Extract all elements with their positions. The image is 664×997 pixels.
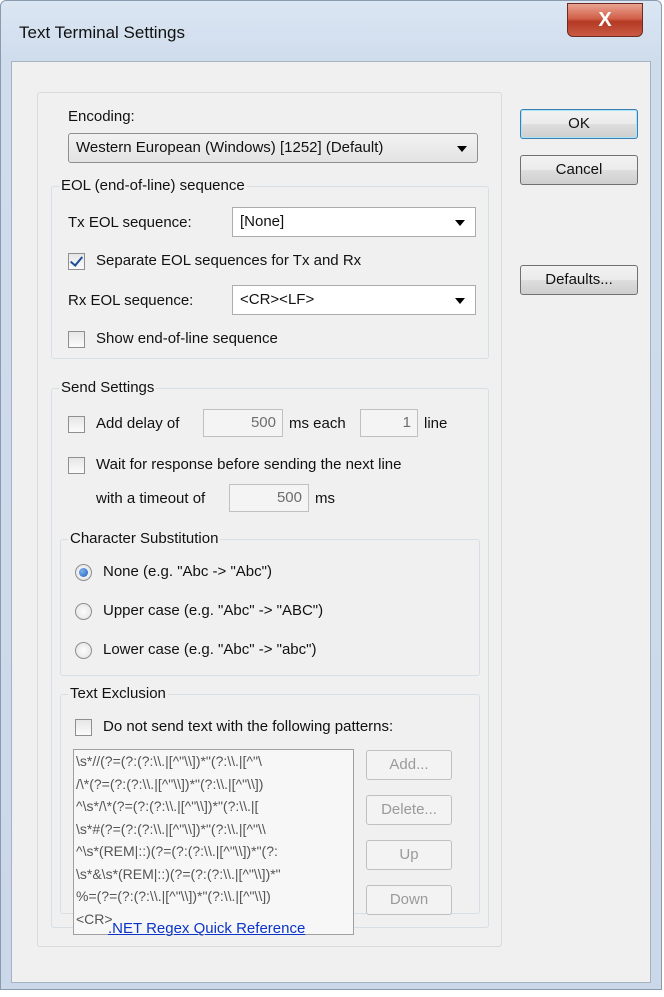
- pattern-line: \s*#(?=(?:(?:\\.|[^"\\])*"(?:\\.|[^"\\: [76, 820, 266, 837]
- ms-each-label: ms each: [289, 415, 346, 432]
- pattern-line: \s*//(?=(?:(?:\\.|[^"\\])*"(?:\\.|[^"\: [76, 753, 262, 769]
- encoding-label: Encoding:: [68, 108, 135, 125]
- pattern-line: ^\s*(REM|::)(?=(?:(?:\\.|[^"\\])*"(?:: [76, 843, 278, 859]
- timeout-ms-label: ms: [315, 490, 335, 507]
- defaults-button[interactable]: Defaults...: [520, 265, 638, 295]
- separate-eol-label[interactable]: Separate EOL sequences for Tx and Rx: [96, 252, 361, 270]
- separate-eol-checkbox[interactable]: [68, 253, 85, 270]
- encoding-dropdown[interactable]: Western European (Windows) [1252] (Defau…: [68, 133, 478, 163]
- tx-eol-label: Tx EOL sequence:: [68, 214, 192, 231]
- char-substitution-group-label: Character Substitution: [68, 530, 221, 548]
- pattern-line: /\*(?=(?:(?:\\.|[^"\\])*"(?:\\.|[^"\\]): [76, 775, 264, 792]
- ok-button[interactable]: OK: [520, 109, 638, 139]
- rx-eol-label: Rx EOL sequence:: [68, 292, 194, 309]
- show-eol-label[interactable]: Show end-of-line sequence: [96, 330, 278, 348]
- move-up-button[interactable]: Up: [366, 840, 452, 870]
- encoding-value: Western European (Windows) [1252] (Defau…: [76, 139, 384, 156]
- radio-lower-case-label[interactable]: Lower case (e.g. "Abc" -> "abc"): [103, 641, 316, 659]
- settings-panel: Encoding: Western European (Windows) [12…: [37, 92, 502, 947]
- close-button[interactable]: X: [567, 3, 643, 37]
- rx-eol-dropdown[interactable]: <CR><LF>: [232, 285, 476, 315]
- tx-eol-value: [None]: [240, 213, 285, 230]
- eol-group: EOL (end-of-line) sequence Tx EOL sequen…: [51, 177, 489, 359]
- rx-eol-value: <CR><LF>: [240, 291, 315, 308]
- timeout-label: with a timeout of: [96, 490, 206, 507]
- title-bar[interactable]: Text Terminal Settings X: [1, 1, 661, 61]
- text-exclusion-group-label: Text Exclusion: [68, 685, 168, 703]
- move-down-button[interactable]: Down: [366, 885, 452, 915]
- tx-eol-dropdown[interactable]: [None]: [232, 207, 476, 237]
- pattern-line: %=(?=(?:(?:\\.|[^"\\])*"(?:\\.|[^"\\]): [76, 888, 271, 904]
- exclude-patterns-label[interactable]: Do not send text with the following patt…: [103, 718, 393, 736]
- patterns-list[interactable]: \s*//(?=(?:(?:\\.|[^"\\])*"(?:\\.|[^"\ /…: [73, 749, 354, 935]
- dialog-client-area: Encoding: Western European (Windows) [12…: [11, 61, 651, 983]
- dialog-window: Text Terminal Settings X Encoding: Weste…: [0, 0, 662, 990]
- radio-upper-case-label[interactable]: Upper case (e.g. "Abc" -> "ABC"): [103, 602, 323, 620]
- regex-reference-link[interactable]: .NET Regex Quick Reference: [108, 920, 305, 937]
- eol-group-label: EOL (end-of-line) sequence: [59, 177, 247, 195]
- wait-response-checkbox[interactable]: [68, 457, 85, 474]
- add-delay-checkbox[interactable]: [68, 416, 85, 433]
- radio-none-label[interactable]: None (e.g. "Abc -> "Abc"): [103, 563, 272, 581]
- char-substitution-group: Character Substitution None (e.g. "Abc -…: [60, 530, 480, 676]
- window-title: Text Terminal Settings: [19, 23, 185, 42]
- delete-pattern-button[interactable]: Delete...: [366, 795, 452, 825]
- show-eol-checkbox[interactable]: [68, 331, 85, 348]
- radio-upper-case[interactable]: [75, 603, 92, 620]
- lines-input[interactable]: 1: [360, 409, 418, 437]
- cancel-button[interactable]: Cancel: [520, 155, 638, 185]
- chevron-down-icon: [455, 298, 465, 304]
- radio-none[interactable]: [75, 564, 92, 581]
- pattern-line: ^\s*/\*(?=(?:(?:\\.|[^"\\])*"(?:\\.|[: [76, 798, 259, 814]
- radio-lower-case[interactable]: [75, 642, 92, 659]
- timeout-ms-input[interactable]: 500: [229, 484, 309, 512]
- chevron-down-icon: [455, 220, 465, 226]
- exclude-patterns-checkbox[interactable]: [75, 719, 92, 736]
- delay-ms-input[interactable]: 500: [203, 409, 283, 437]
- add-delay-label[interactable]: Add delay of: [96, 415, 179, 433]
- wait-response-label[interactable]: Wait for response before sending the nex…: [96, 456, 401, 474]
- pattern-line: \s*&\s*(REM|::)(?=(?:(?:\\.|[^"\\])*": [76, 865, 281, 882]
- send-settings-group-label: Send Settings: [59, 379, 157, 397]
- add-pattern-button[interactable]: Add...: [366, 750, 452, 780]
- chevron-down-icon: [457, 146, 467, 152]
- line-label: line: [424, 415, 448, 432]
